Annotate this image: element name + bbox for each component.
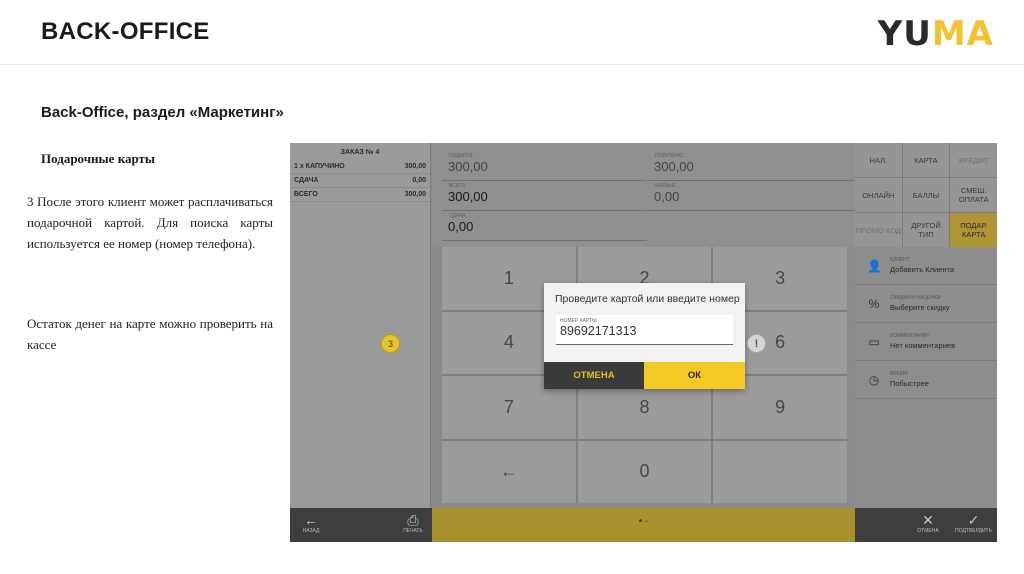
receipt-item-value: 300,00	[404, 163, 426, 170]
card-number-input[interactable]: НОМЕР КАРТЫ 89692171313	[556, 315, 733, 345]
payment-credit-button[interactable]: КРЕДИТ	[950, 143, 997, 177]
change-field: СДАЧА 0,00	[442, 211, 647, 241]
comment-row[interactable]: ▭ КОММЕНТАРИИ Нет комментариев	[855, 323, 997, 361]
key-0[interactable]: 0	[577, 440, 712, 503]
time-value: Побыстрее	[890, 379, 929, 388]
subtotal-label: ПОДЫТОГ	[449, 153, 474, 159]
payment-gift-card-button[interactable]: ПОДАР. КАРТА	[950, 213, 997, 247]
receipt-change-label: СДАЧА	[294, 177, 319, 184]
dialog-ok-button[interactable]: ОК	[644, 362, 745, 389]
key-empty[interactable]	[713, 440, 847, 503]
client-row[interactable]: 👤 КЛИЕНТ Добавить Клиента	[855, 247, 997, 285]
step-marker-badge: 3	[381, 334, 400, 353]
order-header: ЗАКАЗ № 4	[340, 149, 380, 156]
received-label: ПОЛУЧЕНО	[655, 153, 684, 159]
client-value: Добавить Клиента	[890, 265, 954, 274]
clock-icon: ◷	[868, 372, 880, 387]
check-circle-icon: ✓	[967, 512, 980, 528]
dialog-cancel-button[interactable]: ОТМЕНА	[544, 362, 644, 389]
receipt-row: СДАЧА 0,00	[290, 174, 430, 188]
receipt-change-value: 0,00	[412, 177, 426, 184]
receipt-total-label: ВСЕГО	[294, 191, 318, 198]
comment-value: Нет комментариев	[890, 341, 956, 350]
user-icon: 👤	[867, 258, 882, 273]
discount-value: Выберите скидку	[890, 303, 950, 312]
pos-screen: ЗАКАЗ № 4 1 x КАПУЧИНО 300,00 СДАЧА 0,00 В…	[290, 143, 997, 542]
arrow-left-icon: ←	[304, 512, 318, 528]
receipt-item-label: 1 x КАПУЧИНО	[294, 163, 345, 170]
discount-label: СКИДКИ И НАЦЕНКИ	[890, 295, 941, 301]
tips-field[interactable]: ЧАЕВЫЕ 0,00	[648, 181, 855, 211]
time-row[interactable]: ◷ ВРЕМЯ Побыстрее	[855, 361, 997, 399]
payment-promo-button[interactable]: ПРОМО КОД	[855, 213, 902, 247]
confirm-button[interactable]: ✓ ПОДТВЕРДИТЬ	[950, 508, 997, 542]
total-field: ВСЕГО 300,00	[442, 181, 647, 211]
confirm-label: ПОДТВЕРДИТЬ	[955, 528, 992, 534]
payment-methods: НАЛ. КАРТА КРЕДИТ ОНЛАЙН БАЛЛЫ СМЕШ. ОПЛ…	[855, 143, 997, 247]
printer-icon: ⎙	[407, 512, 419, 528]
receipt-row[interactable]: 1 x КАПУЧИНО 300,00	[290, 160, 430, 174]
payment-online-button[interactable]: ОНЛАЙН	[855, 178, 902, 212]
discount-row[interactable]: % СКИДКИ И НАЦЕНКИ Выберите скидку	[855, 285, 997, 323]
receipt-row: ВСЕГО 300,00	[290, 188, 430, 202]
backspace-key[interactable]: ←	[442, 440, 576, 503]
payment-mixed-button[interactable]: СМЕШ. ОПЛАТА	[950, 178, 997, 212]
receipt-total-value: 300,00	[404, 191, 426, 198]
change-value: 0,00	[448, 219, 474, 234]
print-label: ПЕЧАТЬ	[403, 528, 423, 534]
subtotal-value: 300,00	[448, 159, 488, 174]
change-label: СДАЧА	[449, 213, 466, 219]
section-title: Back-Office, раздел «Маркетинг»	[41, 104, 284, 121]
payment-card-button[interactable]: КАРТА	[902, 143, 950, 177]
bottom-toolbar: ← НАЗАД ⎙ ПЕЧАТЬ • · ✕ ОТМЕНА ✓ ПОДТВЕРДИТЬ	[290, 508, 997, 542]
balance-note-paragraph: Остаток денег на карте можно проверить н…	[27, 316, 273, 352]
comment-icon: ▭	[868, 334, 880, 349]
cancel-order-label: ОТМЕНА	[917, 528, 939, 534]
back-button[interactable]: ← НАЗАД	[290, 508, 332, 542]
payment-points-button[interactable]: БАЛЛЫ	[902, 178, 950, 212]
tips-value: 0,00	[654, 189, 680, 204]
time-label: ВРЕМЯ	[890, 371, 908, 377]
subsection-title: Подарочные карты	[41, 151, 156, 166]
comment-label: КОММЕНТАРИИ	[890, 333, 929, 339]
dialog-title: Проведите картой или введите номер	[555, 293, 740, 305]
logo-part-ma: MA	[931, 14, 994, 54]
total-value: 300,00	[448, 189, 488, 204]
amounts-panel: ПОДЫТОГ 300,00 ПОЛУЧЕНО 300,00 ВСЕГО 300,00…	[432, 143, 855, 247]
dialog-actions: ОТМЕНА ОК	[544, 362, 745, 389]
cancel-order-button[interactable]: ✕ ОТМЕНА	[906, 508, 950, 542]
received-value: 300,00	[654, 159, 694, 174]
close-icon: ✕	[922, 512, 934, 528]
payment-cash-button[interactable]: НАЛ.	[855, 143, 902, 177]
yuma-logo: YUMA	[878, 14, 994, 54]
tips-label: ЧАЕВЫЕ	[655, 183, 677, 189]
logo-part-yu: YU	[877, 14, 932, 54]
header-divider	[0, 64, 1024, 65]
warning-icon: !	[747, 334, 766, 353]
order-info-panel: 👤 КЛИЕНТ Добавить Клиента % СКИДКИ И НАЦЕ…	[855, 247, 997, 508]
payment-status-bar: • ·	[432, 508, 855, 542]
subtotal-field: ПОДЫТОГ 300,00	[442, 151, 647, 181]
percent-icon: %	[868, 296, 880, 311]
card-number-label: НОМЕР КАРТЫ	[560, 318, 597, 324]
received-field: ПОЛУЧЕНО 300,00	[648, 151, 855, 181]
instruction-paragraph: 3 После этого клиент может расплачиватьс…	[27, 194, 273, 251]
slide-title: BACK-OFFICE	[41, 18, 210, 45]
card-number-value: 89692171313	[560, 324, 637, 338]
order-receipt: ЗАКАЗ № 4 1 x КАПУЧИНО 300,00 СДАЧА 0,00 В…	[290, 143, 431, 508]
client-label: КЛИЕНТ	[890, 257, 910, 263]
gift-card-dialog: Проведите картой или введите номер НОМЕР…	[544, 283, 745, 389]
total-label: ВСЕГО	[449, 183, 466, 189]
print-button[interactable]: ⎙ ПЕЧАТЬ	[394, 508, 432, 542]
payment-other-button[interactable]: ДРУГОЙ ТИП	[902, 213, 950, 247]
back-label: НАЗАД	[302, 528, 320, 534]
